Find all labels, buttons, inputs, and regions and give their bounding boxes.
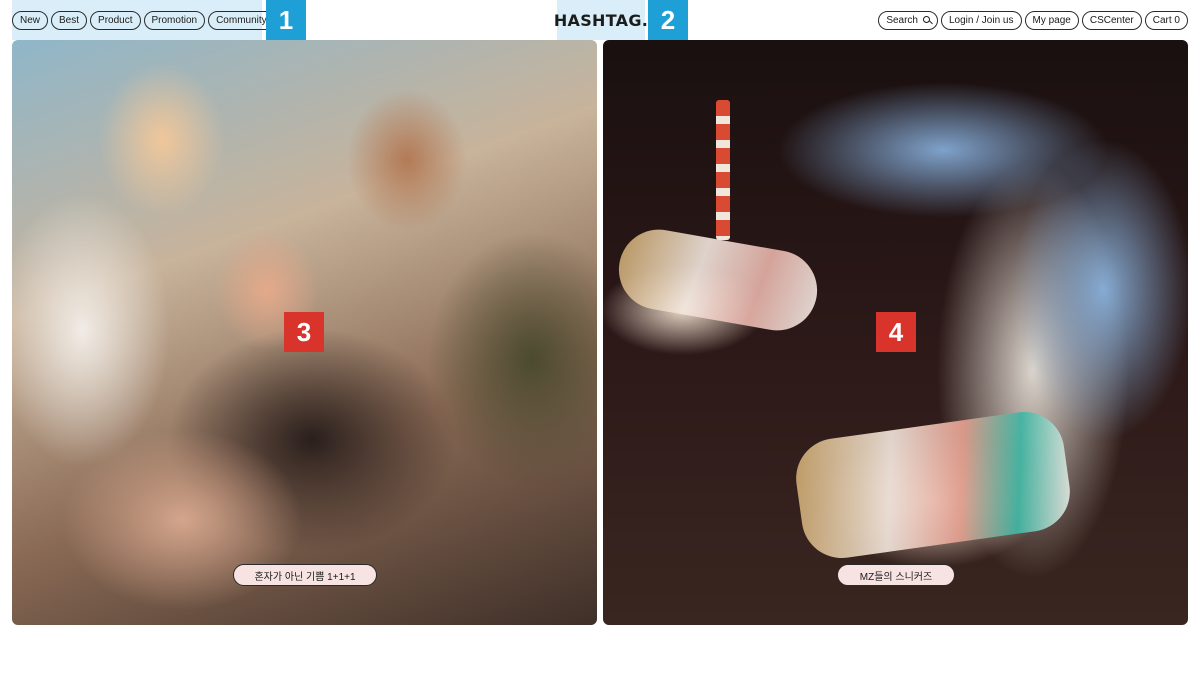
annotation-marker-3: 3 [284, 312, 324, 352]
annotation-marker-2: 2 [648, 0, 688, 40]
main-nav: New Best Product Promotion Community [12, 0, 275, 40]
banner-caption-button[interactable]: MZ들의 스니커즈 [837, 564, 955, 586]
utility-nav: Search Login / Join us My page CSCenter … [878, 0, 1188, 40]
login-join-button[interactable]: Login / Join us [941, 10, 1022, 30]
striped-pole-image [716, 100, 730, 240]
annotation-marker-1: 1 [266, 0, 306, 40]
promo-banner-sneakers[interactable]: 4 MZ들의 스니커즈 [603, 40, 1188, 625]
logo-link[interactable]: HASHTAG. [553, 0, 649, 40]
cart-button[interactable]: Cart 0 [1144, 10, 1188, 30]
site-header: New Best Product Promotion Community 1 H… [0, 0, 1200, 40]
cs-center-button[interactable]: CSCenter [1081, 10, 1142, 30]
nav-best[interactable]: Best [51, 10, 88, 30]
nav-product[interactable]: Product [90, 10, 141, 30]
nav-community[interactable]: Community [208, 10, 275, 30]
search-button[interactable]: Search [878, 10, 938, 30]
annotation-marker-4: 4 [876, 312, 916, 352]
promo-banner-friends[interactable]: 3 혼자가 아닌 기쁨 1+1+1 [12, 40, 597, 625]
sneaker-image [612, 223, 824, 337]
banner-caption-button[interactable]: 혼자가 아닌 기쁨 1+1+1 [233, 564, 377, 586]
search-icon [923, 15, 930, 23]
search-label: Search [886, 14, 918, 26]
sneaker-image [790, 406, 1076, 564]
nav-new[interactable]: New [12, 10, 49, 30]
site-logo: HASHTAG. [553, 10, 649, 30]
nav-promotion[interactable]: Promotion [143, 10, 206, 30]
my-page-button[interactable]: My page [1024, 10, 1079, 30]
